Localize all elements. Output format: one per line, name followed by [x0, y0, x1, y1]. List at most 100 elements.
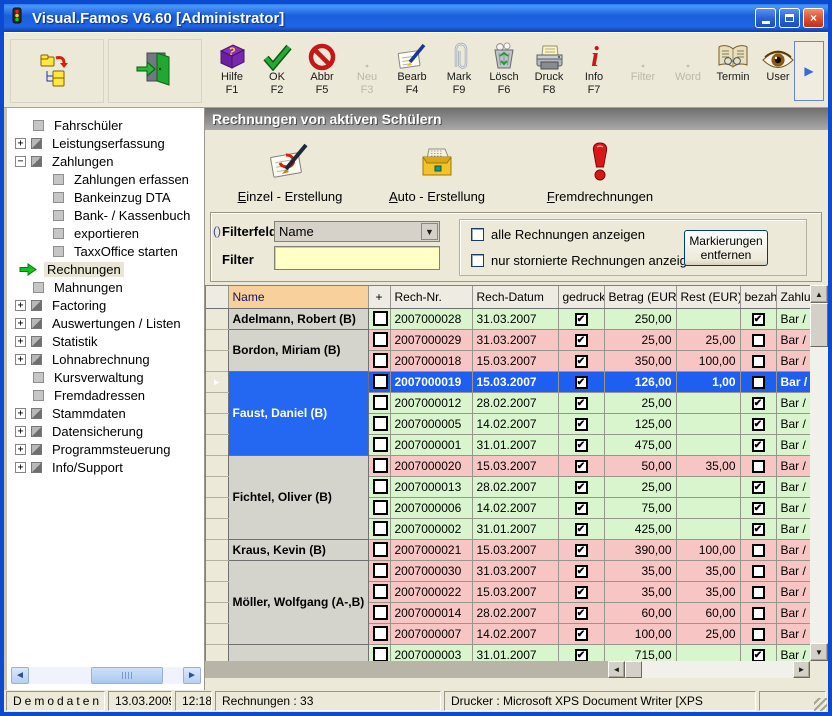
tree-switch-button[interactable] — [10, 39, 104, 103]
expand-icon[interactable]: + — [15, 426, 26, 437]
rest-cell[interactable]: 100,00 — [676, 539, 740, 560]
paid-cell[interactable] — [740, 581, 776, 602]
status-checkbox[interactable] — [752, 628, 765, 641]
toolbar-button-lsch[interactable]: LöschF6 — [482, 39, 526, 105]
table-row[interactable]: Möller, Wolfgang (A-,B)200700003031.03.2… — [206, 560, 810, 581]
amount-cell[interactable]: 390,00 — [604, 539, 676, 560]
toolbar-more-button[interactable]: ▶ — [794, 41, 824, 101]
paid-cell[interactable]: ✔ — [740, 476, 776, 497]
invoice-date-cell[interactable]: 14.02.2007 — [472, 623, 558, 644]
printed-cell[interactable]: ✔ — [558, 623, 604, 644]
scroll-right-icon[interactable]: ► — [793, 661, 810, 678]
scroll-left-icon[interactable]: ◄ — [608, 661, 625, 678]
mark-checkbox[interactable] — [373, 647, 388, 661]
payment-type-cell[interactable]: Bar / — [776, 518, 810, 539]
rest-cell[interactable]: 100,00 — [676, 350, 740, 371]
toolbar-button-bearb[interactable]: BearbF4 — [390, 39, 434, 105]
payment-type-cell[interactable]: Bar / — [776, 476, 810, 497]
mark-cell[interactable] — [368, 392, 390, 413]
mark-checkbox[interactable] — [373, 353, 388, 368]
status-checkbox[interactable]: ✔ — [575, 607, 588, 620]
invoice-date-cell[interactable]: 31.03.2007 — [472, 560, 558, 581]
invoice-date-cell[interactable]: 28.02.2007 — [472, 602, 558, 623]
amount-cell[interactable]: 100,00 — [604, 623, 676, 644]
scroll-up-icon[interactable]: ▲ — [810, 285, 828, 303]
invoice-number-cell[interactable]: 2007000028 — [390, 308, 472, 329]
status-checkbox[interactable]: ✔ — [752, 502, 765, 515]
expand-icon[interactable]: + — [15, 354, 26, 365]
paid-cell[interactable] — [740, 455, 776, 476]
paid-cell[interactable] — [740, 539, 776, 560]
paid-cell[interactable]: ✔ — [740, 434, 776, 455]
status-checkbox[interactable]: ✔ — [575, 376, 588, 389]
payment-type-cell[interactable]: Bar / — [776, 497, 810, 518]
printed-cell[interactable]: ✔ — [558, 581, 604, 602]
invoice-date-cell[interactable]: 14.02.2007 — [472, 497, 558, 518]
action-auto-erstellung[interactable]: Auto - Erstellung — [357, 135, 517, 205]
rest-cell[interactable]: 35,00 — [676, 581, 740, 602]
status-checkbox[interactable]: ✔ — [752, 481, 765, 494]
status-checkbox[interactable]: ✔ — [575, 313, 588, 326]
mark-checkbox[interactable] — [373, 500, 388, 515]
status-checkbox[interactable]: ✔ — [575, 628, 588, 641]
sidebar-item-stammdaten[interactable]: +Stammdaten — [7, 404, 204, 422]
scroll-down-icon[interactable]: ▼ — [810, 643, 828, 661]
table-row[interactable]: ►Faust, Daniel (B)200700001915.03.2007✔1… — [206, 371, 810, 392]
minimize-button[interactable] — [755, 8, 776, 28]
invoice-number-cell[interactable]: 2007000029 — [390, 329, 472, 350]
alle-rechnungen-checkbox[interactable] — [471, 228, 484, 241]
invoice-number-cell[interactable]: 2007000002 — [390, 518, 472, 539]
rest-cell[interactable]: 25,00 — [676, 329, 740, 350]
sidebar-item-zahlungen[interactable]: −Zahlungen — [7, 152, 204, 170]
amount-cell[interactable]: 475,00 — [604, 434, 676, 455]
collapse-icon[interactable]: − — [15, 156, 26, 167]
invoice-date-cell[interactable]: 15.03.2007 — [472, 371, 558, 392]
student-name-cell[interactable]: Adelmann, Robert (B) — [228, 308, 368, 329]
mark-checkbox[interactable] — [373, 395, 388, 410]
student-name-cell[interactable]: Kraus, Kevin (B) — [228, 539, 368, 560]
rest-cell[interactable] — [676, 518, 740, 539]
mark-cell[interactable] — [368, 371, 390, 392]
invoice-date-cell[interactable]: 14.02.2007 — [472, 413, 558, 434]
filter-input[interactable] — [274, 246, 440, 270]
toolbar-button-abbr[interactable]: AbbrF5 — [300, 39, 344, 105]
scroll-thumb[interactable] — [91, 667, 163, 684]
printed-cell[interactable]: ✔ — [558, 413, 604, 434]
column-header-name[interactable]: Name — [228, 286, 368, 308]
expand-icon[interactable]: + — [15, 336, 26, 347]
column-header-nr[interactable]: Rech-Nr. — [390, 286, 472, 308]
student-name-cell[interactable] — [228, 644, 368, 661]
column-header-datum[interactable]: Rech-Datum — [472, 286, 558, 308]
scroll-left-icon[interactable]: ◄ — [11, 667, 29, 684]
invoice-number-cell[interactable]: 2007000001 — [390, 434, 472, 455]
rest-cell[interactable] — [676, 434, 740, 455]
status-checkbox[interactable]: ✔ — [575, 649, 588, 661]
invoice-number-cell[interactable]: 2007000030 — [390, 560, 472, 581]
invoice-date-cell[interactable]: 15.03.2007 — [472, 455, 558, 476]
stornierte-rechnungen-checkbox[interactable] — [471, 254, 484, 267]
status-checkbox[interactable]: ✔ — [575, 523, 588, 536]
resize-grip[interactable] — [814, 698, 827, 711]
sidebar-item-auswertungen-listen[interactable]: +Auswertungen / Listen — [7, 314, 204, 332]
toolbar-button-termin[interactable]: Termin — [711, 39, 755, 105]
status-checkbox[interactable]: ✔ — [752, 649, 765, 661]
invoice-number-cell[interactable]: 2007000014 — [390, 602, 472, 623]
invoice-date-cell[interactable]: 31.03.2007 — [472, 308, 558, 329]
sidebar-item-rechnungen[interactable]: Rechnungen — [7, 260, 204, 278]
status-checkbox[interactable]: ✔ — [575, 397, 588, 410]
rest-cell[interactable] — [676, 392, 740, 413]
mark-checkbox[interactable] — [373, 542, 388, 557]
payment-type-cell[interactable]: Bar / — [776, 350, 810, 371]
mark-cell[interactable] — [368, 455, 390, 476]
status-checkbox[interactable] — [752, 355, 765, 368]
payment-type-cell[interactable]: Bar / — [776, 413, 810, 434]
mark-cell[interactable] — [368, 476, 390, 497]
status-checkbox[interactable]: ✔ — [752, 439, 765, 452]
table-hscrollbar[interactable]: ◄ ► — [205, 661, 810, 678]
status-checkbox[interactable]: ✔ — [575, 418, 588, 431]
printed-cell[interactable]: ✔ — [558, 497, 604, 518]
mark-checkbox[interactable] — [373, 626, 388, 641]
sidebar-item-mahnungen[interactable]: Mahnungen — [7, 278, 204, 296]
sidebar-hscrollbar[interactable]: ◄ ► — [11, 667, 201, 684]
payment-type-cell[interactable]: Bar / — [776, 623, 810, 644]
